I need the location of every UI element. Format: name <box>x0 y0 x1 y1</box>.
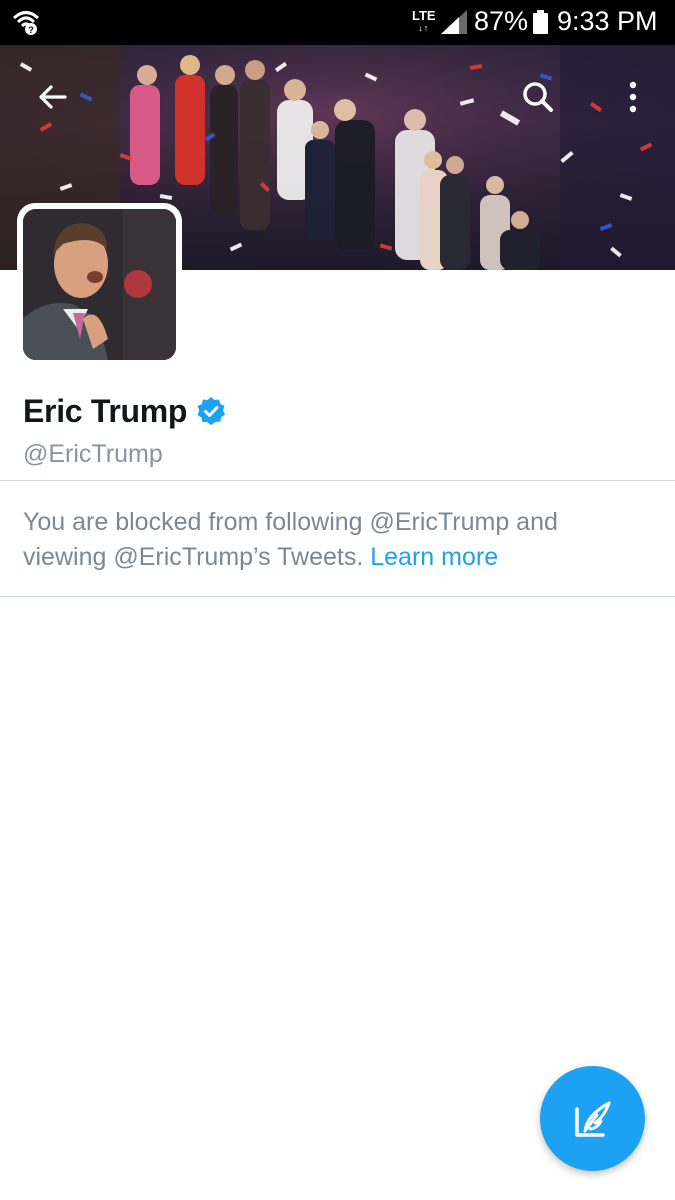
search-button[interactable] <box>514 73 562 121</box>
divider <box>0 480 675 481</box>
username-handle: @EricTrump <box>23 440 163 468</box>
signal-icon <box>441 10 467 34</box>
clock: 9:33 PM <box>557 6 658 36</box>
verified-badge-icon <box>197 397 226 425</box>
more-options-button[interactable] <box>609 73 657 121</box>
wifi-icon: ? <box>12 11 40 35</box>
more-vertical-icon <box>629 81 637 113</box>
profile-avatar[interactable] <box>17 203 182 366</box>
avatar <box>23 209 176 360</box>
svg-text:?: ? <box>28 25 34 35</box>
avatar-photo <box>23 209 176 360</box>
compose-tweet-button[interactable] <box>540 1066 645 1171</box>
arrow-left-icon <box>39 85 67 109</box>
network-type: LTE ↓↑ <box>412 8 436 33</box>
battery-percent: 87% <box>474 6 529 36</box>
status-bar: ? LTE ↓↑ 87% 9:33 PM <box>0 0 675 45</box>
divider <box>0 596 675 597</box>
back-button[interactable] <box>29 73 77 121</box>
learn-more-link[interactable]: Learn more <box>370 543 498 571</box>
battery-icon <box>533 10 548 34</box>
compose-tweet-icon <box>574 1101 610 1137</box>
display-name: Eric Trump <box>23 392 188 429</box>
profile-name-row: Eric Trump <box>23 390 226 432</box>
search-icon <box>523 82 553 112</box>
blocked-notice: You are blocked from following @EricTrum… <box>23 505 643 575</box>
